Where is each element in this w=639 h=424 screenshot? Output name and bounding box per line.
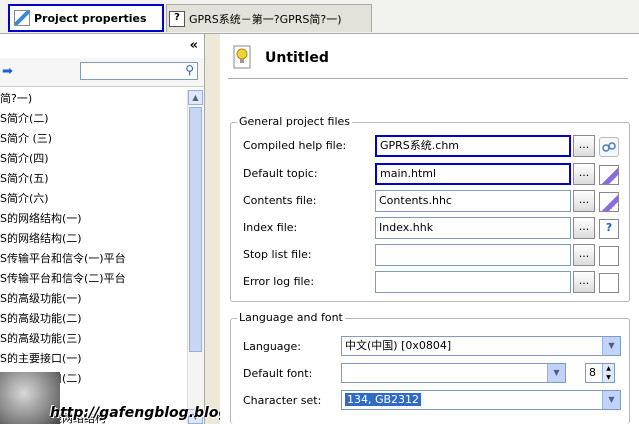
index-file-input[interactable]: Index.hhk (375, 217, 571, 239)
group-title: General project files (237, 115, 353, 128)
toc-item[interactable]: S简介(二) (0, 109, 186, 129)
link-icon[interactable] (599, 137, 619, 157)
field-label: Default topic: (243, 167, 318, 180)
scroll-thumb[interactable] (189, 107, 202, 352)
stop-list-row: Stop list file: ... (231, 244, 631, 266)
toc-item[interactable]: S的高级功能(二) (0, 309, 186, 329)
stop-list-input[interactable] (375, 244, 571, 266)
error-log-input[interactable] (375, 271, 571, 293)
toc-item[interactable]: S简介(五) (0, 169, 186, 189)
toc-search-input[interactable]: ⚲ (80, 62, 198, 80)
toc-item[interactable]: S简介(四) (0, 149, 186, 169)
browse-button[interactable]: ... (573, 217, 595, 239)
chevron-down-icon[interactable]: ▼ (602, 391, 620, 409)
toc-item[interactable]: S传输平台和信令(一)平台 (0, 249, 186, 269)
collapse-panel-button[interactable]: « (190, 38, 198, 53)
field-label: Index file: (243, 221, 298, 234)
field-label: Language: (243, 340, 301, 353)
language-row: Language: 中文(中国) [0x0804] ▼ (231, 336, 631, 358)
contents-file-input[interactable]: Contents.hhc (375, 190, 571, 212)
font-size-stepper[interactable]: 8 ▲ ▼ (585, 363, 615, 383)
charset-value: 134, GB2312 (345, 393, 422, 406)
help-icon[interactable]: ? (599, 219, 619, 239)
toc-search-bar: ➡ ⚲ (0, 58, 204, 87)
default-font-row: Default font: ▼ 8 ▲ ▼ (231, 363, 631, 385)
toc-item[interactable]: S的主要接口(一) (0, 349, 186, 369)
contents-file-row: Contents file: Contents.hhc ... (231, 190, 631, 212)
error-log-row: Error log file: ... (231, 271, 631, 293)
browse-button[interactable]: ... (573, 244, 595, 266)
font-size-value: 8 (589, 366, 596, 379)
scroll-up-icon[interactable]: ▲ (188, 90, 203, 105)
language-value: 中文(中国) [0x0804] (345, 339, 452, 352)
charset-row: Character set: 134, GB2312 ▼ (231, 390, 631, 412)
field-label: Contents file: (243, 194, 317, 207)
help-topic-icon: ? (169, 10, 185, 27)
language-font-group: Language and font Language: 中文(中国) [0x08… (230, 311, 631, 424)
group-title: Language and font (237, 311, 345, 324)
tab-project-properties[interactable]: Project properties (8, 4, 164, 32)
sync-arrow-icon[interactable]: ➡ (2, 64, 13, 79)
toc-item[interactable]: S的高级功能(三) (0, 329, 186, 349)
field-label: Default font: (243, 367, 313, 380)
default-topic-input[interactable]: main.html (375, 163, 571, 185)
toc-scrollbar[interactable]: ▲ ▼ (187, 90, 204, 424)
properties-panel: Untitled General project files Compiled … (220, 34, 639, 424)
edit-icon[interactable] (599, 192, 619, 212)
toc-panel: « ➡ ⚲ 简?一) S简介(二) S简介 (三) S简介(四) S简介(五) … (0, 34, 205, 424)
page-icon[interactable] (599, 273, 619, 293)
toc-item[interactable]: S的网络结构(二) (0, 229, 186, 249)
page-icon[interactable] (599, 246, 619, 266)
help-project-icon (233, 45, 251, 69)
tab-topic[interactable]: ? GPRS系统－第一?GPRS简?一) (166, 4, 372, 32)
font-select[interactable]: ▼ (341, 363, 566, 383)
chevron-down-icon[interactable]: ▼ (602, 337, 620, 355)
field-label: Stop list file: (243, 248, 312, 261)
tab-label: GPRS系统－第一?GPRS简?一) (189, 12, 342, 26)
edit-icon[interactable] (599, 165, 619, 185)
toc-item[interactable]: S简介(六) (0, 189, 186, 209)
field-label: Compiled help file: (243, 139, 347, 152)
charset-select[interactable]: 134, GB2312 ▼ (341, 390, 621, 410)
chevron-down-icon[interactable]: ▼ (547, 364, 565, 382)
browse-button[interactable]: ... (573, 135, 595, 157)
default-topic-row: Default topic: main.html ... (231, 163, 631, 185)
tab-label: Project properties (34, 11, 147, 25)
properties-icon (14, 10, 30, 26)
properties-header: Untitled (220, 34, 639, 82)
compiled-file-row: Compiled help file: GPRS系统.chm ... (231, 135, 631, 157)
toc-item[interactable]: S的高级功能(一) (0, 289, 186, 309)
header-divider (228, 78, 628, 79)
toc-item[interactable]: 简?一) (0, 92, 32, 105)
field-label: Error log file: (243, 275, 315, 288)
toc-item[interactable]: S传输平台和信令(二)平台 (0, 269, 186, 289)
browse-button[interactable]: ... (573, 190, 595, 212)
toc-item[interactable]: S简介 (三) (0, 129, 186, 149)
general-files-group: General project files Compiled help file… (230, 115, 631, 302)
search-icon[interactable]: ⚲ (185, 63, 194, 77)
toc-item[interactable]: S的网络结构(一) (0, 209, 186, 229)
language-select[interactable]: 中文(中国) [0x0804] ▼ (341, 336, 621, 356)
browse-button[interactable]: ... (573, 163, 595, 185)
browse-button[interactable]: ... (573, 271, 595, 293)
stepper-arrows-icon[interactable]: ▲ ▼ (602, 364, 614, 382)
index-file-row: Index file: Index.hhk ... ? (231, 217, 631, 239)
tab-bar: Project properties ? GPRS系统－第一?GPRS简?一) (0, 0, 639, 34)
compiled-file-input[interactable]: GPRS系统.chm (375, 135, 571, 157)
project-title: Untitled (265, 50, 329, 66)
field-label: Character set: (243, 394, 322, 407)
